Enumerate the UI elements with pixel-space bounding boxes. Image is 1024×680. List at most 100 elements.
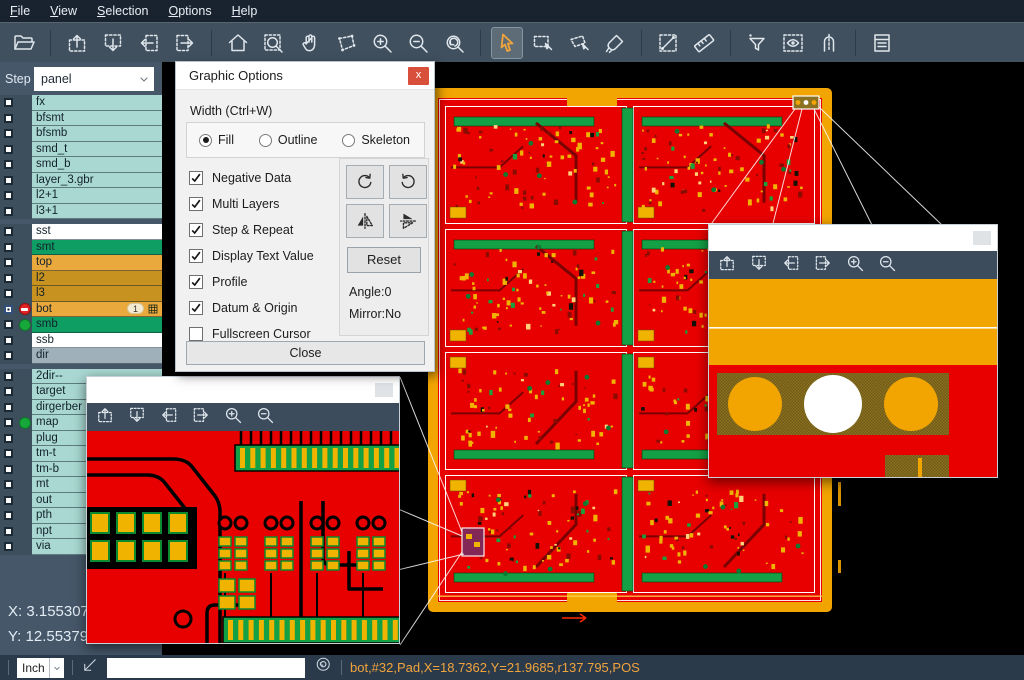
layer-visibility-checkbox[interactable] bbox=[4, 465, 13, 474]
popup-zoom-view[interactable] bbox=[87, 431, 399, 643]
rotate-ccw-button[interactable] bbox=[389, 165, 427, 199]
import-down-button[interactable] bbox=[98, 28, 128, 58]
layer-name[interactable]: top bbox=[32, 255, 162, 271]
import-left-button[interactable] bbox=[781, 253, 801, 278]
import-right-button[interactable] bbox=[813, 253, 833, 278]
layer-name[interactable]: smt bbox=[32, 240, 162, 256]
select-cursor-button[interactable] bbox=[492, 28, 522, 58]
reset-button[interactable]: Reset bbox=[347, 247, 421, 273]
layer-visibility-checkbox[interactable] bbox=[4, 527, 13, 536]
layer-visibility-checkbox[interactable] bbox=[4, 129, 13, 138]
layer-row-dir[interactable]: dir bbox=[0, 348, 162, 364]
checkbox-multi-layers[interactable]: Multi Layers bbox=[189, 194, 279, 214]
layer-row-smd_t[interactable]: smd_t bbox=[0, 142, 162, 158]
layer-visibility-checkbox[interactable] bbox=[4, 289, 13, 298]
menu-file[interactable]: File bbox=[10, 4, 30, 18]
measure-ruler-button[interactable] bbox=[689, 28, 719, 58]
layer-name[interactable]: bot1 bbox=[32, 302, 162, 318]
layer-visibility-checkbox[interactable] bbox=[4, 191, 13, 200]
menu-view[interactable]: View bbox=[50, 4, 77, 18]
layer-row-smt[interactable]: smt bbox=[0, 240, 162, 256]
menu-selection[interactable]: Selection bbox=[97, 4, 148, 18]
popup-title-bar[interactable] bbox=[87, 377, 399, 403]
layer-row-l2[interactable]: l2 bbox=[0, 271, 162, 287]
radio-skeleton[interactable]: Skeleton bbox=[342, 133, 410, 147]
layer-row-l3+1[interactable]: l3+1 bbox=[0, 204, 162, 220]
magnifier-window-right[interactable] bbox=[708, 224, 998, 478]
zoom-out-button[interactable] bbox=[255, 405, 275, 430]
layer-name[interactable]: bfsmb bbox=[32, 126, 162, 142]
checkbox-step-repeat[interactable]: Step & Repeat bbox=[189, 220, 293, 240]
layer-name[interactable]: ssb bbox=[32, 333, 162, 349]
zoom-previous-button[interactable] bbox=[439, 28, 469, 58]
magnifier-window-bottom-left[interactable] bbox=[86, 376, 400, 644]
layer-row-smd_b[interactable]: smd_b bbox=[0, 157, 162, 173]
import-up-button[interactable] bbox=[95, 405, 115, 430]
layer-row-bfsmb[interactable]: bfsmb bbox=[0, 126, 162, 142]
home-view-button[interactable] bbox=[223, 28, 253, 58]
zoom-window-button[interactable] bbox=[259, 28, 289, 58]
zoom-out-button[interactable] bbox=[403, 28, 433, 58]
view-options-button[interactable] bbox=[778, 28, 808, 58]
layer-name[interactable]: sst bbox=[32, 224, 162, 240]
refresh-icon[interactable] bbox=[315, 656, 333, 679]
unit-selector[interactable]: Inch bbox=[17, 658, 64, 678]
layer-visibility-checkbox[interactable] bbox=[4, 542, 13, 551]
net-trace-button[interactable] bbox=[814, 28, 844, 58]
import-up-button[interactable] bbox=[717, 253, 737, 278]
select-rectangle-button[interactable] bbox=[528, 28, 558, 58]
measure-distance-button[interactable] bbox=[653, 28, 683, 58]
layer-visibility-checkbox[interactable] bbox=[4, 320, 13, 329]
command-input[interactable] bbox=[107, 658, 305, 678]
layer-visibility-checkbox[interactable] bbox=[4, 496, 13, 505]
layer-name[interactable]: fx bbox=[32, 95, 162, 111]
layer-visibility-checkbox[interactable] bbox=[4, 114, 13, 123]
step-selector[interactable]: panel bbox=[34, 67, 154, 91]
layer-name[interactable]: l3 bbox=[32, 286, 162, 302]
open-folder-button[interactable] bbox=[9, 28, 39, 58]
layer-name[interactable]: bfsmt bbox=[32, 111, 162, 127]
layer-visibility-checkbox[interactable] bbox=[4, 418, 13, 427]
layer-name[interactable]: smd_b bbox=[32, 157, 162, 173]
import-down-button[interactable] bbox=[749, 253, 769, 278]
import-right-button[interactable] bbox=[170, 28, 200, 58]
layer-visibility-checkbox[interactable] bbox=[4, 403, 13, 412]
layer-visibility-checkbox[interactable] bbox=[4, 387, 13, 396]
popup-title-bar[interactable] bbox=[709, 225, 997, 251]
layer-visibility-checkbox[interactable] bbox=[4, 305, 13, 314]
radio-outline[interactable]: Outline bbox=[259, 133, 318, 147]
layer-row-top[interactable]: top bbox=[0, 255, 162, 271]
layer-name[interactable]: l2+1 bbox=[32, 188, 162, 204]
popup-control-button[interactable] bbox=[973, 231, 991, 245]
layer-name[interactable]: l3+1 bbox=[32, 204, 162, 220]
layer-visibility-checkbox[interactable] bbox=[4, 227, 13, 236]
zoom-out-button[interactable] bbox=[877, 253, 897, 278]
layer-name[interactable]: layer_3.gbr bbox=[32, 173, 162, 189]
layer-row-layer_3.gbr[interactable]: layer_3.gbr bbox=[0, 173, 162, 189]
menu-options[interactable]: Options bbox=[168, 4, 211, 18]
layer-row-smb[interactable]: smb bbox=[0, 317, 162, 333]
rotate-cw-button[interactable] bbox=[346, 165, 384, 199]
import-left-button[interactable] bbox=[159, 405, 179, 430]
layer-row-ssb[interactable]: ssb bbox=[0, 333, 162, 349]
layer-visibility-checkbox[interactable] bbox=[4, 207, 13, 216]
layer-visibility-checkbox[interactable] bbox=[4, 176, 13, 185]
checkbox-datum-origin[interactable]: Datum & Origin bbox=[189, 298, 297, 318]
import-up-button[interactable] bbox=[62, 28, 92, 58]
layer-visibility-checkbox[interactable] bbox=[4, 511, 13, 520]
layer-name[interactable]: smd_t bbox=[32, 142, 162, 158]
close-icon[interactable]: x bbox=[408, 67, 429, 85]
zoom-polygon-button[interactable] bbox=[331, 28, 361, 58]
import-right-button[interactable] bbox=[191, 405, 211, 430]
checkbox-display-text-value[interactable]: Display Text Value bbox=[189, 246, 314, 266]
layer-visibility-checkbox[interactable] bbox=[4, 351, 13, 360]
zoom-in-button[interactable] bbox=[223, 405, 243, 430]
layer-row-sst[interactable]: sst bbox=[0, 224, 162, 240]
dialog-title-bar[interactable]: Graphic Options x bbox=[176, 62, 434, 90]
flip-vertical-button[interactable] bbox=[389, 204, 427, 238]
radio-fill[interactable]: Fill bbox=[199, 133, 234, 147]
layer-row-bot[interactable]: bot1 bbox=[0, 302, 162, 318]
layer-visibility-checkbox[interactable] bbox=[4, 145, 13, 154]
flip-horizontal-button[interactable] bbox=[346, 204, 384, 238]
layer-visibility-checkbox[interactable] bbox=[4, 243, 13, 252]
